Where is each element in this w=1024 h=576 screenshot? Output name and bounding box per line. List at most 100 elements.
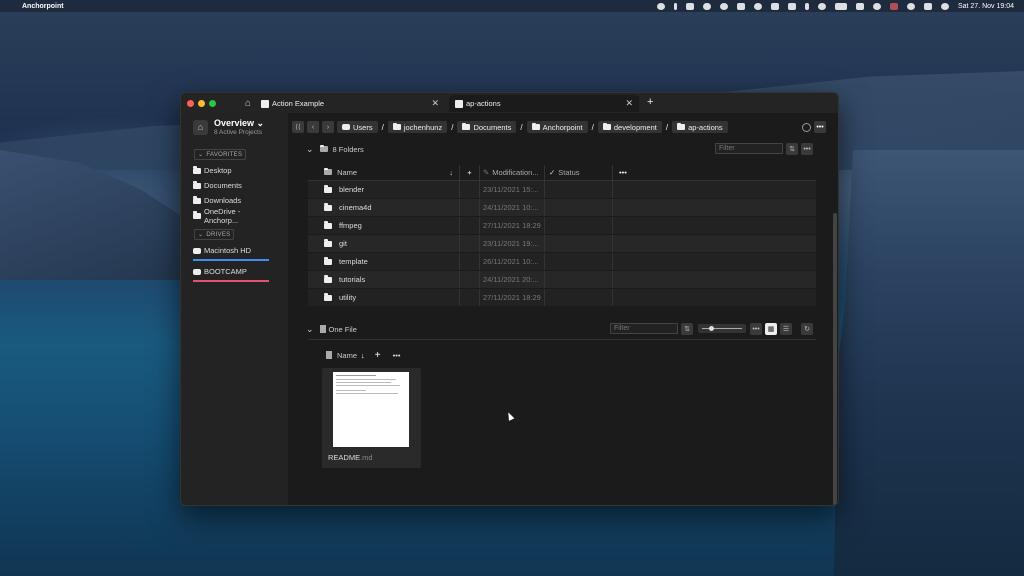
table-row[interactable]: ffmpeg 27/11/2021 18:29: [308, 217, 816, 235]
table-row[interactable]: cinema4d 24/11/2021 10:...: [308, 199, 816, 217]
list-view-icon[interactable]: ☰: [780, 323, 792, 335]
chevron-down-icon[interactable]: ⌄: [306, 144, 314, 155]
menubar-datetime[interactable]: Sat 27. Nov 19:04: [958, 3, 1014, 10]
overview-header[interactable]: ⌂ Overview ⌄ 8 Active Projects: [181, 113, 288, 141]
refresh-icon[interactable]: ↻: [801, 323, 813, 335]
box-icon[interactable]: [736, 2, 745, 10]
sort-down-icon[interactable]: ↓: [361, 351, 365, 360]
check-status-icon: ✓: [549, 168, 556, 177]
app-window: ⌂ Action Example ✕ ap-actions ✕ + ⌂ Over…: [180, 92, 839, 506]
zoom-window-button[interactable]: [209, 99, 216, 107]
status-icon[interactable]: [673, 2, 677, 10]
grid-view-icon[interactable]: ▦: [765, 323, 777, 335]
gear-icon[interactable]: [719, 2, 728, 10]
bluetooth-icon[interactable]: [804, 2, 809, 10]
drive-usage-bar: [193, 280, 269, 282]
breadcrumb-label: jochenhunz: [403, 122, 443, 132]
add-column-icon[interactable]: +: [460, 165, 480, 180]
table-row[interactable]: template 26/11/2021 10:...: [308, 253, 816, 271]
more-options-icon[interactable]: •••: [814, 121, 826, 133]
modification-column-header[interactable]: ✎ Modification...: [480, 165, 545, 180]
status-cell: [545, 235, 613, 252]
folder-name: utility: [339, 293, 357, 302]
battery-icon[interactable]: [834, 2, 847, 10]
modification-date: 24/11/2021 20:...: [480, 271, 545, 288]
breadcrumb-documents[interactable]: Documents: [457, 121, 517, 133]
more-options-icon[interactable]: •••: [750, 323, 762, 335]
sidebar-item-onedrive[interactable]: OneDrive - Anchorp...: [181, 207, 288, 225]
breadcrumb-anchorpoint[interactable]: Anchorpoint: [526, 121, 588, 133]
table-row[interactable]: blender 23/11/2021 15:...: [308, 181, 816, 199]
cloud-icon[interactable]: [702, 2, 711, 10]
sort-icon[interactable]: ⇅: [681, 323, 693, 335]
tab-ap-actions[interactable]: ap-actions ✕: [449, 95, 639, 112]
folder-icon: [392, 122, 401, 130]
sidebar-item-macintosh-hd[interactable]: Macintosh HD: [181, 243, 288, 258]
back-button[interactable]: ‹: [307, 121, 319, 133]
table-row[interactable]: git 23/11/2021 19:...: [308, 235, 816, 253]
sidebar-item-documents[interactable]: Documents: [181, 178, 288, 193]
sidebar-item-desktop[interactable]: Desktop: [181, 163, 288, 178]
more-options-icon[interactable]: •••: [393, 351, 401, 360]
sidebar-item-bootcamp[interactable]: BOOTCAMP: [181, 264, 288, 279]
sort-icon[interactable]: ⇅: [786, 143, 798, 155]
user-icon[interactable]: [872, 2, 881, 10]
forward-button[interactable]: ›: [322, 121, 334, 133]
scrollbar[interactable]: [833, 213, 837, 505]
table-row[interactable]: tutorials 24/11/2021 20:...: [308, 271, 816, 289]
close-tab-icon[interactable]: ✕: [625, 98, 633, 109]
thumbnail-size-slider[interactable]: [698, 324, 746, 333]
dropbox-icon[interactable]: [685, 2, 694, 10]
volume-icon[interactable]: [787, 2, 796, 10]
add-column-icon[interactable]: +: [375, 350, 381, 361]
file-filter-input[interactable]: Filter: [610, 323, 678, 334]
drives-section-toggle[interactable]: ⌄ DRIVES: [194, 229, 235, 240]
breadcrumb-development[interactable]: development: [597, 121, 662, 133]
new-tab-button[interactable]: +: [647, 96, 653, 108]
chevron-down-icon[interactable]: ⌄: [257, 118, 265, 128]
breadcrumb-jochenhunz[interactable]: jochenhunz: [387, 121, 448, 133]
breadcrumb-label: ap-actions: [688, 122, 723, 132]
control-center-icon[interactable]: [923, 2, 932, 10]
sync-icon[interactable]: [753, 2, 762, 10]
file-extension: .md: [360, 453, 373, 462]
close-window-button[interactable]: [187, 99, 194, 107]
breadcrumb-ap-actions[interactable]: ap-actions: [672, 121, 728, 133]
name-label[interactable]: Name: [337, 351, 357, 360]
folder-filter-input[interactable]: Filter: [715, 143, 783, 154]
modification-date: 27/11/2021 18:29: [480, 217, 545, 234]
status-cell: [545, 289, 613, 306]
status-cell: [545, 217, 613, 234]
folders-table: Name ↓ + ✎ Modification... ✓ Status ••• bl…: [308, 165, 816, 307]
more-options-icon[interactable]: •••: [613, 168, 627, 177]
folder-name: git: [339, 239, 347, 248]
collapse-sidebar-icon[interactable]: ⟨⟨: [292, 121, 304, 133]
name-column-header[interactable]: Name ↓: [308, 165, 460, 180]
breadcrumb-users[interactable]: Users: [337, 121, 378, 133]
folder-name: blender: [339, 185, 365, 194]
close-tab-icon[interactable]: ✕: [431, 98, 439, 109]
wifi-icon[interactable]: [855, 2, 864, 10]
chevron-down-icon[interactable]: ⌄: [306, 324, 314, 335]
sidebar-item-label: Documents: [204, 181, 242, 190]
favorites-section-toggle[interactable]: ⌄ FAVORITES: [194, 149, 247, 160]
minimize-window-button[interactable]: [198, 99, 205, 107]
time-machine-icon[interactable]: [817, 2, 826, 10]
record-icon[interactable]: [656, 2, 665, 10]
sort-down-icon[interactable]: ↓: [449, 168, 453, 177]
play-icon[interactable]: [770, 2, 779, 10]
check-status-icon[interactable]: [802, 122, 811, 132]
status-cell: [545, 181, 613, 198]
home-icon[interactable]: ⌂: [241, 96, 255, 110]
tab-action-example[interactable]: Action Example ✕: [255, 95, 445, 112]
modification-date: 27/11/2021 18:29: [480, 289, 545, 306]
siri-icon[interactable]: [940, 2, 949, 10]
flag-icon[interactable]: [889, 2, 898, 10]
home-icon[interactable]: ⌂: [193, 119, 208, 135]
more-options-icon[interactable]: •••: [801, 143, 813, 155]
search-icon[interactable]: [906, 2, 915, 10]
menubar-app-name[interactable]: Anchorpoint: [22, 3, 64, 10]
file-card-readme[interactable]: README.md: [322, 368, 421, 468]
table-row[interactable]: utility 27/11/2021 18:29: [308, 289, 816, 307]
status-column-header[interactable]: ✓ Status: [545, 165, 613, 180]
